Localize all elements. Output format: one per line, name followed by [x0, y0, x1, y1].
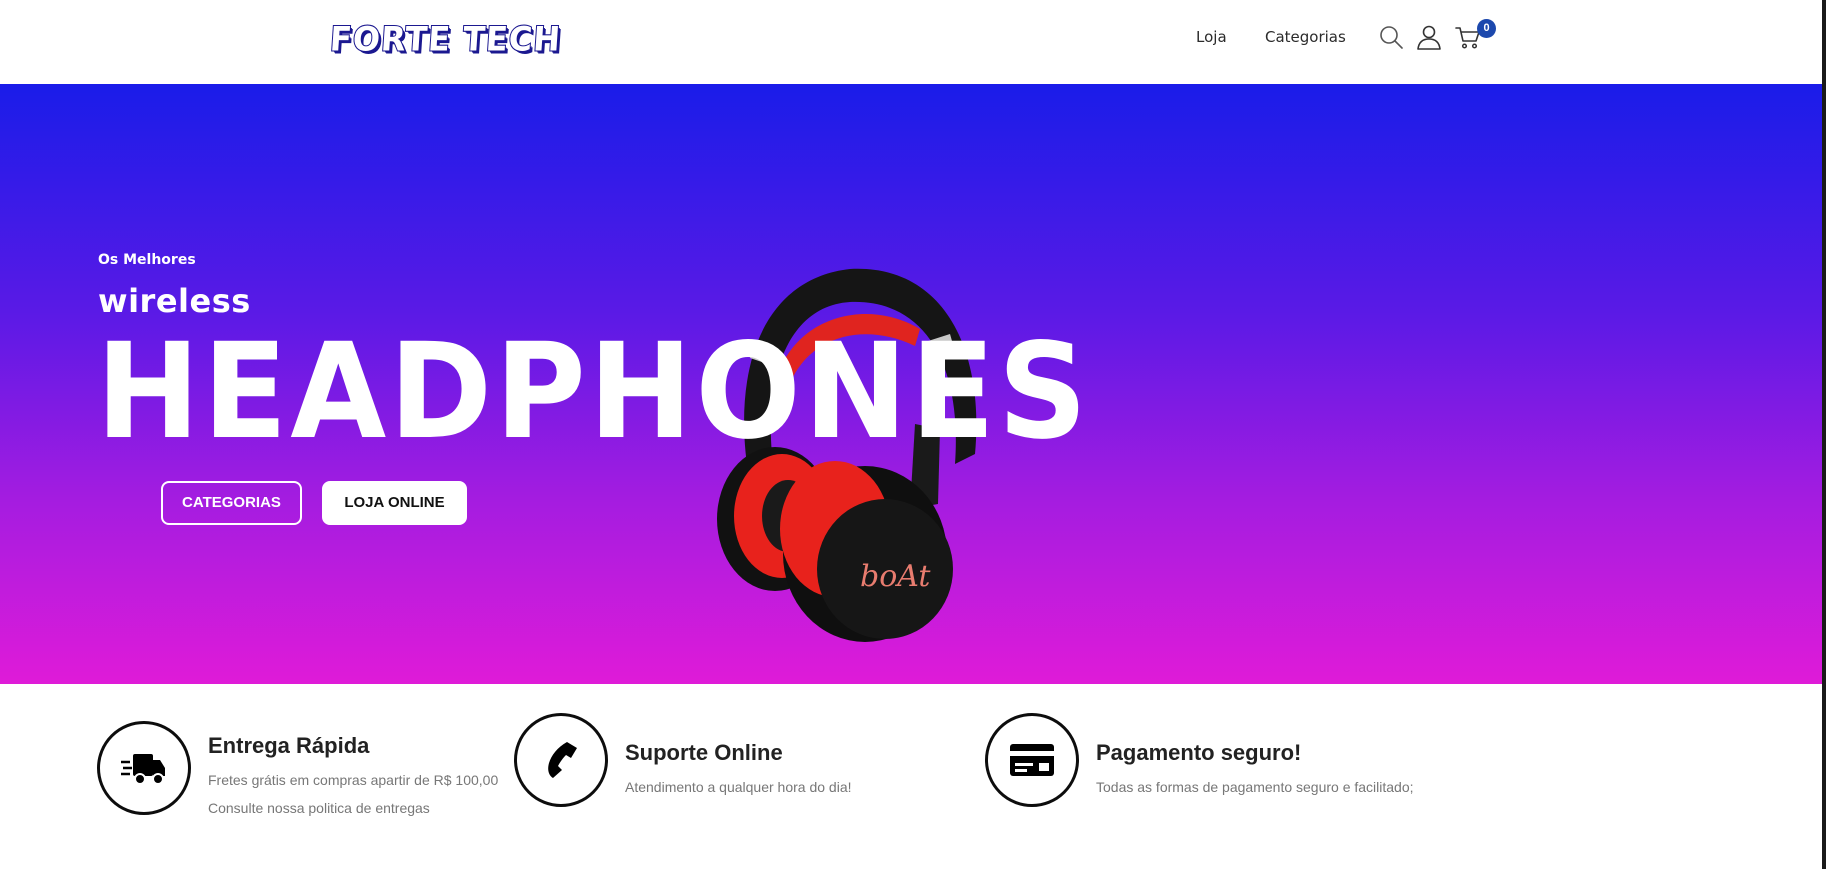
window-edge	[1822, 0, 1826, 869]
page: FORTE TECH Loja Categorias 0 Os Melhores…	[0, 0, 1826, 869]
feature-title-suporte: Suporte Online	[625, 740, 783, 765]
hero-headline: HEADPHONES	[96, 315, 1091, 469]
site-logo[interactable]: FORTE TECH	[328, 18, 564, 60]
search-icon[interactable]	[1378, 24, 1404, 50]
user-account-icon[interactable]	[1416, 24, 1442, 50]
hero-banner: Os Melhores wireless boAt HEADPHONES CAT…	[0, 84, 1822, 684]
nav-link-categorias[interactable]: Categorias	[1265, 28, 1346, 46]
phone-icon	[514, 713, 608, 807]
nav-link-loja[interactable]: Loja	[1196, 28, 1227, 46]
hero-eyebrow: Os Melhores	[98, 252, 196, 268]
feature-text-entrega-1: Fretes grátis em compras apartir de R$ 1…	[208, 772, 499, 788]
loja-online-button[interactable]: LOJA ONLINE	[322, 481, 467, 525]
feature-text-suporte-1: Atendimento a qualquer hora do dia!	[625, 779, 852, 795]
feature-title-pagamento: Pagamento seguro!	[1096, 740, 1302, 765]
product-brand-label: boAt	[860, 559, 931, 594]
feature-text-pagamento-1: Todas as formas de pagamento seguro e fa…	[1096, 779, 1414, 795]
feature-text-entrega-2: Consulte nossa politica de entregas	[208, 800, 430, 816]
feature-title-entrega: Entrega Rápida	[208, 733, 370, 758]
credit-card-icon	[985, 713, 1079, 807]
logo-text: FORTE TECH	[328, 18, 564, 60]
cart-count-badge: 0	[1477, 19, 1496, 38]
site-header: FORTE TECH Loja Categorias 0	[0, 0, 1826, 84]
delivery-truck-icon	[97, 721, 191, 815]
categorias-button[interactable]: CATEGORIAS	[161, 481, 302, 525]
